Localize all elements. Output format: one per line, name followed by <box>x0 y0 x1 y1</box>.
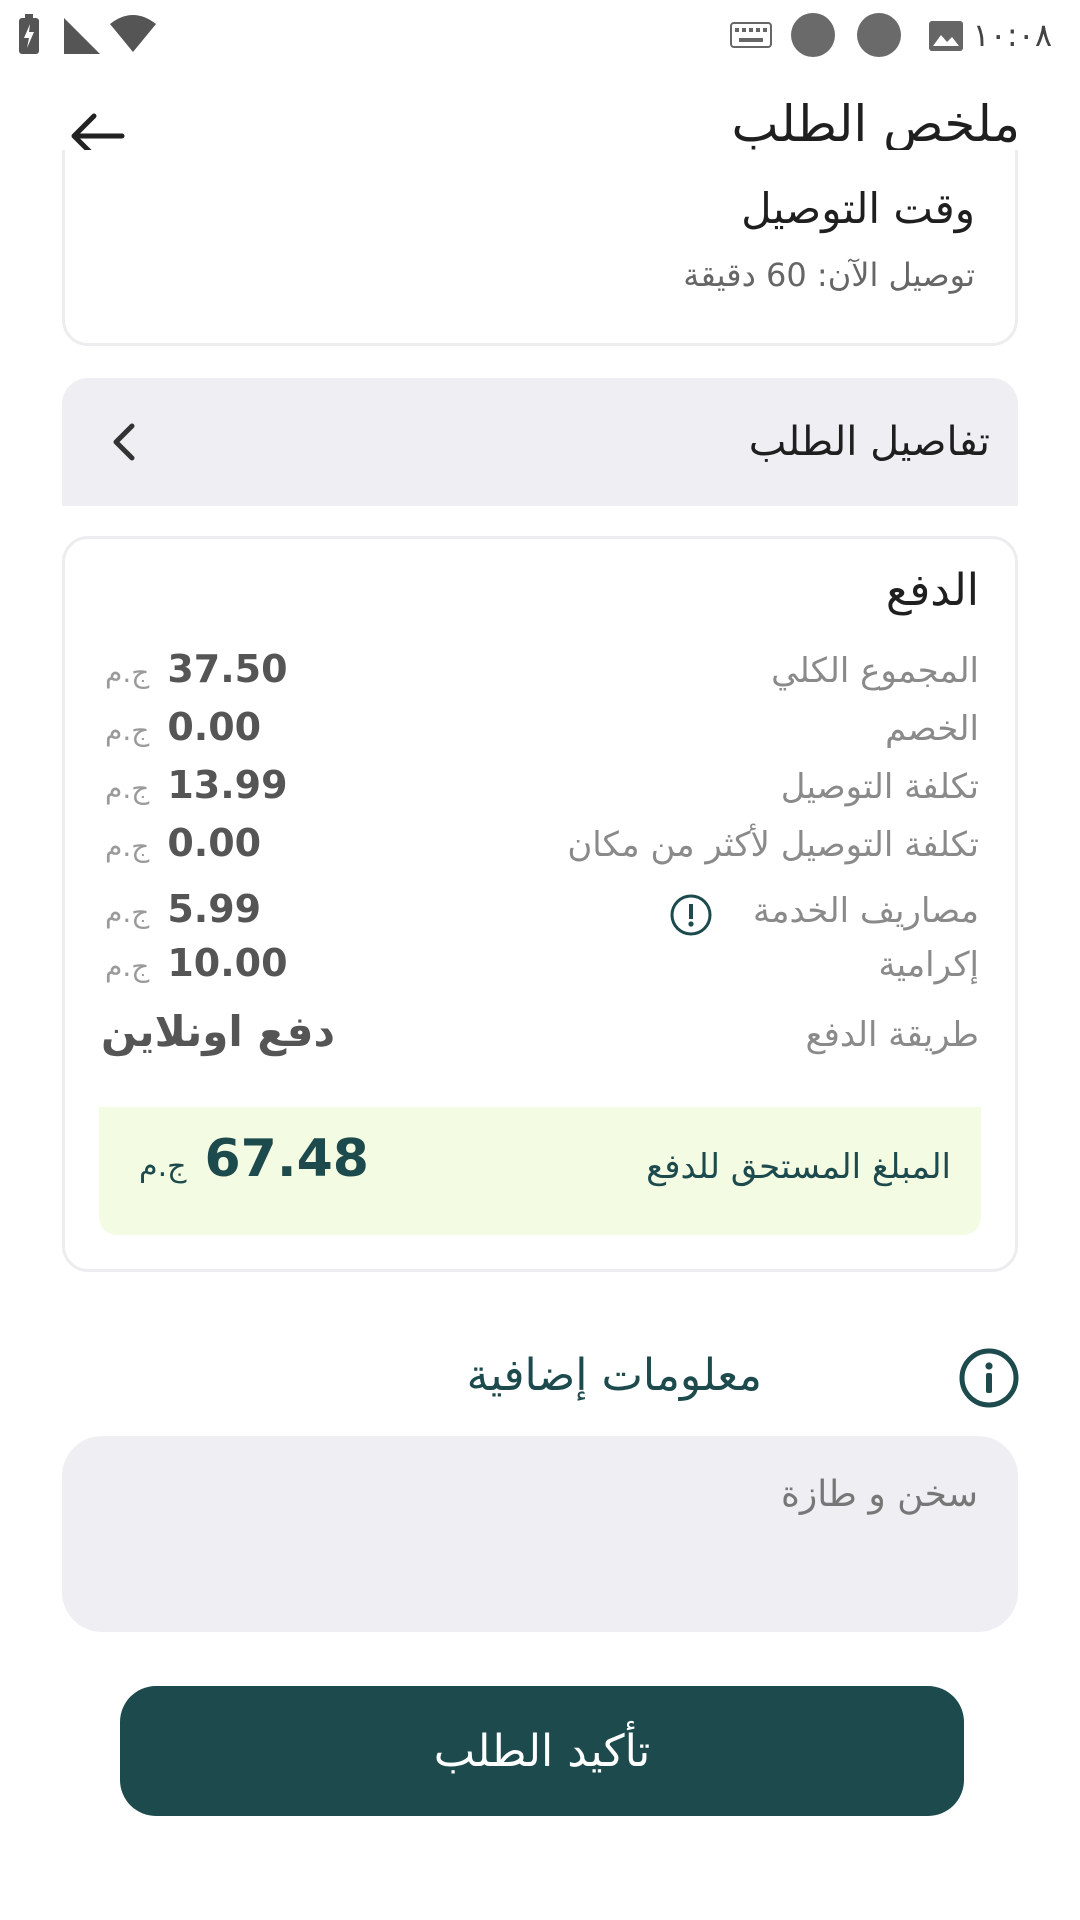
wifi-icon <box>110 15 156 52</box>
payment-card: الدفع المجموع الكلي ج.م 37.50 الخصم ج.م … <box>62 536 1018 1272</box>
keyboard-icon <box>730 22 772 48</box>
notes-text: سخن و طازة <box>781 1474 978 1515</box>
battery-charging-icon <box>19 14 39 54</box>
payment-row-delivery-cost: تكلفة التوصيل ج.م 13.99 <box>105 763 979 817</box>
row-label: المجموع الكلي <box>771 651 979 691</box>
row-label: مصاريف الخدمة <box>753 891 979 931</box>
payment-row-tip: إكرامية ج.م 10.00 <box>105 941 979 995</box>
payment-method-row: طريقة الدفع دفع اونلاين <box>101 1007 979 1067</box>
delivery-time-card: وقت التوصيل توصيل الآن: 60 دقيقة <box>62 150 1018 346</box>
currency-label: ج.م <box>105 656 150 689</box>
row-value: 0.00 <box>167 821 262 865</box>
amount-due-label: المبلغ المستحق للدفع <box>646 1147 951 1187</box>
row-value: 0.00 <box>167 705 262 749</box>
row-amount: ج.م 0.00 <box>105 705 261 749</box>
order-details-toggle[interactable]: تفاصيل الطلب <box>62 378 1018 506</box>
alert-info-icon[interactable] <box>669 893 713 937</box>
row-amount: ج.م 37.50 <box>105 647 288 691</box>
row-amount: ج.م 13.99 <box>105 763 288 807</box>
row-label: تكلفة التوصيل <box>780 767 979 807</box>
row-value: 13.99 <box>167 763 288 807</box>
row-value: 37.50 <box>167 647 288 691</box>
amount-due-box: المبلغ المستحق للدفع ج.م 67.48 <box>99 1107 981 1235</box>
row-amount: ج.م 5.99 <box>105 887 261 931</box>
currency-label: ج.م <box>105 714 150 747</box>
row-amount: ج.م 0.00 <box>105 821 261 865</box>
delivery-time-subtitle: توصيل الآن: 60 دقيقة <box>683 256 975 294</box>
currency-label: ج.م <box>105 896 150 929</box>
info-icon <box>959 1348 1019 1408</box>
status-time: ١٠:٠٨ <box>972 16 1052 54</box>
payment-row-discount: الخصم ج.م 0.00 <box>105 705 979 759</box>
payment-title: الدفع <box>885 565 979 616</box>
amount-due-amount: ج.م 67.48 <box>139 1129 369 1189</box>
page-title: ملخص الطلب <box>731 95 1020 153</box>
chevron-left-icon <box>113 423 135 461</box>
row-value: 10.00 <box>167 941 288 985</box>
status-bar: ١٠:٠٨ <box>0 0 1080 72</box>
row-value: 5.99 <box>167 887 262 931</box>
payment-row-subtotal: المجموع الكلي ج.م 37.50 <box>105 647 979 701</box>
currency-label: ج.م <box>105 950 150 983</box>
notes-input[interactable]: سخن و طازة <box>62 1436 1018 1632</box>
payment-row-service-fees: مصاريف الخدمة ج.م 5.99 <box>105 887 979 941</box>
currency-label: ج.م <box>105 772 150 805</box>
row-label: تكلفة التوصيل لأكثر من مكان <box>567 825 979 865</box>
notification-dot-icon <box>857 13 901 57</box>
confirm-order-button[interactable]: تأكيد الطلب <box>120 1686 964 1816</box>
payment-method-label: طريقة الدفع <box>805 1015 979 1055</box>
delivery-time-title: وقت التوصيل <box>741 184 975 233</box>
currency-label: ج.م <box>105 830 150 863</box>
notification-dot-icon <box>791 13 835 57</box>
order-details-label: تفاصيل الطلب <box>748 419 990 465</box>
row-label: الخصم <box>885 709 979 749</box>
image-icon <box>929 21 963 51</box>
extra-info-title: معلومات إضافية <box>466 1350 762 1401</box>
payment-method-value: دفع اونلاين <box>101 1007 336 1056</box>
row-label: إكرامية <box>878 945 979 985</box>
row-amount: ج.م 10.00 <box>105 941 288 985</box>
amount-due-value: 67.48 <box>204 1129 369 1189</box>
payment-row-multi-delivery: تكلفة التوصيل لأكثر من مكان ج.م 0.00 <box>105 821 979 875</box>
signal-icon <box>64 18 100 54</box>
currency-label: ج.م <box>139 1149 187 1184</box>
